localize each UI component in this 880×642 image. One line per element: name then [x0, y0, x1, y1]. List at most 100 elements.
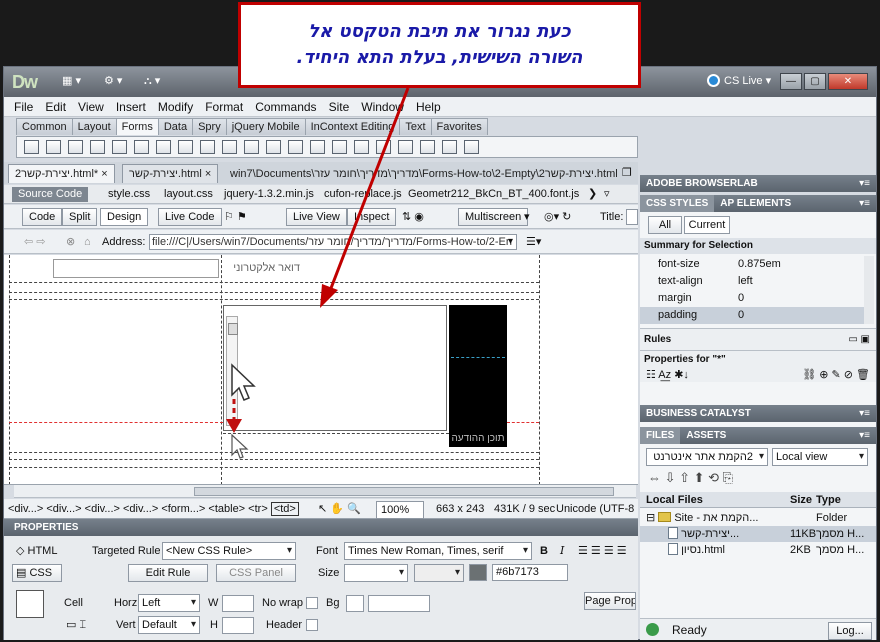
layout-menu-icon[interactable]: ▦ ▾	[62, 75, 81, 88]
button-icon[interactable]	[90, 140, 105, 154]
site-tools-icon[interactable]: ⛬ ▾	[144, 75, 160, 88]
code-view-button[interactable]: Code	[22, 208, 63, 226]
panel-menu-icon[interactable]: ▾≡	[859, 195, 870, 212]
browse-options-icon[interactable]: ☰▾	[526, 233, 541, 251]
tag-selector[interactable]: <div...> <div...> <div...> <div...> <for…	[8, 499, 299, 519]
width-input[interactable]	[222, 595, 254, 612]
maximize-button[interactable]: ▢	[804, 73, 826, 90]
tab-assets[interactable]: ASSETS	[680, 427, 732, 444]
css-action-icons[interactable]: ⛓ ⊕ ✎ ⊘ 🗑	[802, 366, 870, 384]
related-file[interactable]: style.css	[108, 185, 150, 204]
all-button[interactable]: All	[648, 216, 682, 234]
view-select[interactable]: Local view	[772, 448, 868, 466]
text-field-icon[interactable]	[46, 140, 61, 154]
current-button[interactable]: Current	[684, 216, 730, 234]
font-select[interactable]: Times New Roman, Times, serif	[344, 542, 532, 560]
extend-gear-icon[interactable]: ⚙ ▾	[104, 75, 122, 88]
list-item[interactable]: ⊟ Site - הקמת את... Folder	[640, 510, 876, 526]
tab-forms[interactable]: Forms	[115, 118, 159, 135]
spry-confirm-icon[interactable]	[442, 140, 457, 154]
size-select[interactable]	[344, 564, 408, 582]
col-type[interactable]: Type	[816, 492, 841, 508]
zoom-select[interactable]: 100%	[376, 501, 425, 519]
list-item[interactable]: נסיון.html 2KB מסמך H...	[640, 542, 876, 558]
log-button[interactable]: Log...	[828, 622, 872, 640]
height-input[interactable]	[222, 617, 254, 634]
header-checkbox[interactable]	[306, 619, 318, 631]
tag-item-selected[interactable]: <td>	[270, 502, 299, 516]
multiscreen-dropdown-icon[interactable]: ▾	[524, 208, 530, 226]
related-file[interactable]: jquery-1.3.2.min.js	[224, 185, 314, 204]
panel-menu-icon[interactable]: ▾≡	[859, 427, 870, 444]
related-file[interactable]: layout.css	[164, 185, 213, 204]
label-icon[interactable]	[288, 140, 303, 154]
tag-item[interactable]: <div...>	[85, 503, 120, 515]
select-tool-icon[interactable]: ↖ ✋ 🔍	[318, 499, 361, 519]
panel-menu-icon[interactable]: ▾≡	[859, 175, 870, 192]
tab-files[interactable]: FILES	[640, 427, 681, 444]
bold-button[interactable]: B	[540, 542, 548, 560]
file-field-icon[interactable]	[244, 140, 259, 154]
stop-icon[interactable]: ⊗	[66, 233, 75, 251]
bg-input[interactable]	[368, 595, 430, 612]
radio-group-icon[interactable]	[156, 140, 171, 154]
nav-back-icon[interactable]: ⇦ ⇨	[24, 233, 46, 251]
horizontal-scrollbar[interactable]	[14, 485, 636, 498]
nowrap-checkbox[interactable]	[306, 597, 318, 609]
css-mode-button[interactable]: ▤ CSS	[12, 564, 62, 582]
browserlab-title[interactable]: ADOBE BROWSERLAB ▾≡	[640, 175, 876, 192]
property-row[interactable]: text-align left	[640, 273, 864, 290]
textarea-icon[interactable]	[68, 140, 83, 154]
site-select[interactable]: 2הקמת אתר אינטרנט	[646, 448, 768, 466]
tab-favorites[interactable]: Favorites	[430, 118, 488, 135]
panel-menu-icon[interactable]: ▾≡	[859, 405, 870, 422]
tag-item[interactable]: <div...>	[46, 503, 81, 515]
tag-item[interactable]: <table>	[208, 503, 245, 515]
home-icon[interactable]: ⌂	[84, 233, 91, 251]
tag-item[interactable]: <div...>	[8, 503, 43, 515]
menu-view[interactable]: View	[72, 97, 110, 117]
address-dropdown-icon[interactable]: ▾	[508, 233, 513, 251]
spry-radio-icon[interactable]	[464, 140, 479, 154]
tab-spry[interactable]: Spry	[192, 118, 227, 135]
vert-select[interactable]: Default	[138, 616, 200, 634]
menu-format[interactable]: Format	[199, 97, 249, 117]
menu-modify[interactable]: Modify	[152, 97, 199, 117]
visual-aids-icon[interactable]: ◎▾ ↻	[544, 208, 571, 226]
scroll-thumb[interactable]	[228, 323, 238, 335]
css-panel-button[interactable]: CSS Panel	[216, 564, 296, 582]
minimize-button[interactable]: —	[780, 73, 802, 90]
tab-layout[interactable]: Layout	[71, 118, 117, 135]
size-unit-select[interactable]	[414, 564, 464, 582]
select-list-icon[interactable]	[178, 140, 193, 154]
col-size[interactable]: Size	[790, 492, 812, 508]
css-panel-toolbar[interactable]: ☷ A͟z ✱↓ ⛓ ⊕ ✎ ⊘ 🗑	[640, 366, 876, 384]
filter-icon[interactable]: ▿	[604, 185, 610, 204]
menu-file[interactable]: File	[4, 97, 39, 117]
scroll-thumb[interactable]	[194, 487, 614, 496]
split-view-button[interactable]: Split	[62, 208, 98, 226]
tab-data[interactable]: Data	[157, 118, 194, 135]
targeted-rule-select[interactable]: <New CSS Rule>	[162, 542, 296, 560]
property-row[interactable]: padding 0	[640, 307, 864, 324]
tag-item[interactable]: <form...>	[161, 503, 205, 515]
tab-css-styles[interactable]: CSS STYLES	[640, 195, 715, 212]
more-files-icon[interactable]: ❯	[588, 185, 597, 204]
checkbox-icon[interactable]	[112, 140, 127, 154]
radio-icon[interactable]	[134, 140, 149, 154]
property-scrollbar[interactable]	[864, 256, 874, 324]
horz-select[interactable]: Left	[138, 594, 200, 612]
hidden-field-icon[interactable]	[266, 140, 281, 154]
window-size[interactable]: 663 x 243	[436, 499, 484, 519]
tab-document-active[interactable]: יצירת-קשר2.html* ×	[8, 164, 115, 183]
restore-doc-icon[interactable]: ❐	[622, 166, 632, 179]
close-button[interactable]: ✕	[828, 73, 868, 90]
property-row[interactable]: margin 0	[640, 290, 864, 307]
live-code-button[interactable]: Live Code	[158, 208, 222, 226]
jump-menu-icon[interactable]	[200, 140, 215, 154]
tab-common[interactable]: Common	[16, 118, 73, 135]
italic-button[interactable]: I	[560, 542, 564, 560]
files-toolbar-icons[interactable]: ⇔ ⇩ ⇧ ⬆ ⟲ ⎘	[648, 469, 733, 487]
merge-split-icon[interactable]: ▭ ⌶	[66, 616, 86, 634]
bg-swatch[interactable]	[346, 595, 364, 612]
